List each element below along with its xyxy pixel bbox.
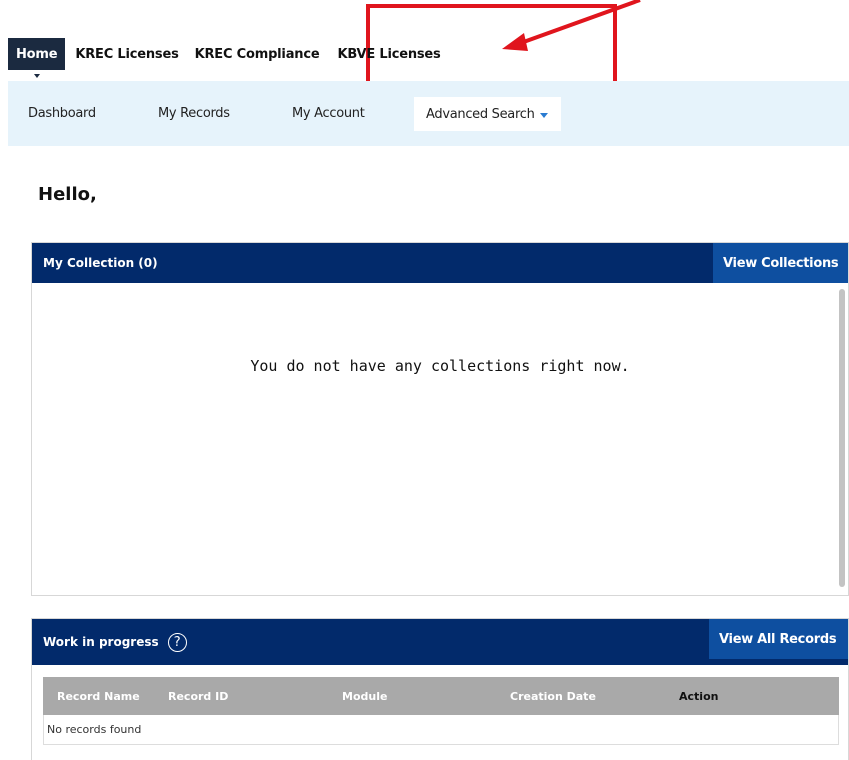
records-table: Record Name Record ID Module Creation Da… bbox=[43, 677, 839, 745]
wip-panel: Work in progress ? View All Records Reco… bbox=[31, 618, 849, 760]
col-record-id[interactable]: Record ID bbox=[168, 690, 228, 703]
chevron-down-icon bbox=[539, 112, 548, 118]
no-records-text: No records found bbox=[47, 723, 142, 736]
nav-my-account[interactable]: My Account bbox=[292, 81, 365, 146]
collection-scrollbar[interactable] bbox=[839, 289, 845, 587]
table-header-row: Record Name Record ID Module Creation Da… bbox=[43, 677, 839, 715]
tab-krec-compliance-label: KREC Compliance bbox=[194, 46, 320, 62]
collections-empty-message: You do not have any collections right no… bbox=[250, 357, 630, 375]
tab-kbve-licenses[interactable]: KBVE Licenses bbox=[327, 38, 448, 70]
tab-krec-licenses-label: KREC Licenses bbox=[75, 46, 179, 62]
tab-home-label: Home bbox=[16, 46, 58, 62]
col-record-name[interactable]: Record Name bbox=[57, 690, 140, 703]
tab-home[interactable]: Home bbox=[8, 38, 66, 78]
view-collections-button[interactable]: View Collections bbox=[713, 243, 848, 283]
tab-krec-compliance[interactable]: KREC Compliance bbox=[187, 38, 328, 70]
view-all-records-button[interactable]: View All Records bbox=[709, 619, 848, 659]
wip-panel-title: Work in progress bbox=[43, 635, 159, 649]
collection-panel-title: My Collection (0) bbox=[43, 256, 158, 270]
tab-kbve-licenses-label: KBVE Licenses bbox=[337, 46, 441, 62]
active-tab-caret-icon bbox=[33, 74, 40, 78]
greeting-heading: Hello, bbox=[38, 184, 97, 205]
nav-advanced-search-dropdown[interactable]: Advanced Search bbox=[414, 97, 561, 131]
col-creation-date[interactable]: Creation Date bbox=[510, 690, 596, 703]
collection-panel: My Collection (0) View Collections You d… bbox=[31, 242, 849, 596]
nav-my-records[interactable]: My Records bbox=[158, 81, 230, 146]
table-row: No records found bbox=[43, 715, 839, 745]
nav-dashboard[interactable]: Dashboard bbox=[28, 81, 96, 146]
nav-advanced-search-label: Advanced Search bbox=[426, 106, 535, 122]
help-icon[interactable]: ? bbox=[167, 632, 187, 652]
col-action: Action bbox=[679, 689, 719, 703]
module-tab-bar: Home KREC Licenses KREC Compliance KBVE … bbox=[8, 38, 449, 78]
sub-navigation-bar: Dashboard My Records My Account Advanced… bbox=[8, 81, 849, 146]
tab-krec-licenses[interactable]: KREC Licenses bbox=[65, 38, 186, 70]
col-module[interactable]: Module bbox=[342, 690, 387, 703]
